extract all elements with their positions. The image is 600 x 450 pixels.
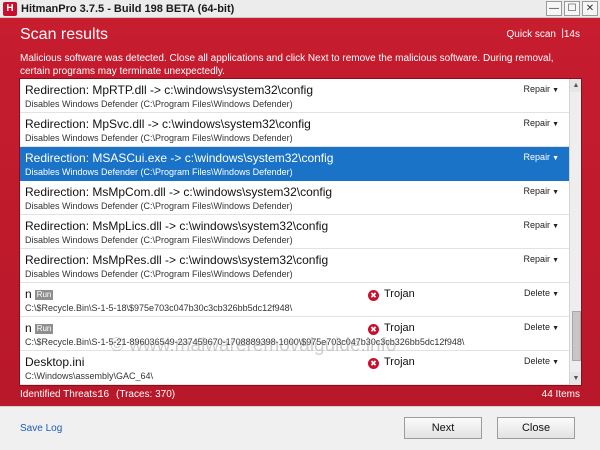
save-log-link[interactable]: Save Log: [20, 423, 62, 434]
repair-action-dropdown[interactable]: Repair ▼: [524, 186, 559, 198]
action-label: Repair: [523, 220, 551, 230]
threat-label: Trojan: [384, 288, 415, 300]
action-label: Repair: [523, 186, 551, 196]
repair-action-dropdown[interactable]: Repair ▼: [524, 254, 559, 266]
repair-action-dropdown[interactable]: Repair ▼: [524, 152, 559, 164]
footer-bar: Save Log Next Close: [0, 406, 600, 450]
result-row[interactable]: Redirection: MpRTP.dll -> c:\windows\sys…: [20, 79, 569, 113]
close-button[interactable]: Close: [497, 417, 575, 439]
result-row[interactable]: n Run ✖ Trojan C:\$Recycle.Bin\S-1-5-18\$9…: [20, 283, 569, 317]
hitmanpro-app-icon: H: [3, 2, 17, 16]
result-title-line: n Run: [25, 287, 54, 301]
delete-action-dropdown[interactable]: Delete ▼: [524, 356, 559, 368]
action-label: Repair: [523, 84, 551, 94]
result-row[interactable]: Redirection: MsMpLics.dll -> c:\windows\…: [20, 215, 569, 249]
threat-label: Trojan: [384, 356, 415, 368]
next-button[interactable]: Next: [404, 417, 482, 439]
page-title: Scan results: [20, 26, 109, 43]
result-title: Redirection: MsMpLics.dll -> c:\windows\…: [25, 219, 329, 233]
result-path: Disables Windows Defender (C:\Program Fi…: [25, 99, 293, 109]
detection-message: Malicious software was detected. Close a…: [20, 53, 554, 77]
result-title: Redirection: MpSvc.dll -> c:\windows\sys…: [25, 117, 311, 131]
result-title: Redirection: MsMpCom.dll -> c:\windows\s…: [25, 185, 333, 199]
scan-results-list[interactable]: Redirection: MpRTP.dll -> c:\windows\sys…: [19, 78, 582, 386]
result-path: C:\$Recycle.Bin\S-1-5-18\$975e703c047b30…: [25, 303, 293, 313]
threat-icon: ✖: [368, 290, 379, 301]
action-label: Delete: [524, 322, 551, 332]
action-label: Repair: [523, 118, 551, 128]
scroll-up-arrow-icon[interactable]: ▲: [570, 79, 581, 92]
vertical-scrollbar[interactable]: ▲ ▼: [569, 79, 581, 385]
scrollbar-thumb[interactable]: [572, 311, 581, 361]
title-bar: H HitmanPro 3.7.5 - Build 198 BETA (64-b…: [0, 0, 600, 18]
dropdown-caret-icon: ▼: [552, 257, 559, 264]
result-title-line: n Run: [25, 321, 54, 335]
action-label: Delete: [524, 288, 551, 298]
delete-action-dropdown[interactable]: Delete ▼: [524, 322, 559, 334]
action-label: Repair: [523, 152, 551, 162]
threat-icon: ✖: [368, 358, 379, 369]
maximize-button[interactable]: ☐: [564, 1, 580, 16]
result-path: Disables Windows Defender (C:\Program Fi…: [25, 201, 293, 211]
traces-count: (Traces: 370): [116, 389, 176, 400]
minimize-button[interactable]: —: [546, 1, 562, 16]
window-title: HitmanPro 3.7.5 - Build 198 BETA (64-bit…: [21, 3, 235, 15]
result-path: C:\$Recycle.Bin\S-1-5-21-896036549-23745…: [25, 337, 465, 347]
items-count: 44 Items: [541, 389, 580, 400]
result-row[interactable]: Redirection: MpSvc.dll -> c:\windows\sys…: [20, 113, 569, 147]
result-path: Disables Windows Defender (C:\Program Fi…: [25, 235, 293, 245]
scan-type-label: Quick scan: [506, 29, 556, 40]
run-badge: Run: [34, 324, 54, 334]
result-title: Redirection: MpRTP.dll -> c:\windows\sys…: [25, 83, 314, 97]
result-title: Redirection: MsMpRes.dll -> c:\windows\s…: [25, 253, 329, 267]
dropdown-caret-icon: ▼: [552, 291, 559, 298]
delete-action-dropdown[interactable]: Delete ▼: [524, 288, 559, 300]
scan-duration: 14s: [563, 29, 580, 40]
result-path: C:\Windows\assembly\GAC_64\: [25, 371, 154, 381]
threat-type: ✖ Trojan: [368, 355, 415, 369]
repair-action-dropdown[interactable]: Repair ▼: [524, 118, 559, 130]
run-badge: Run: [34, 290, 54, 300]
action-label: Repair: [523, 254, 551, 264]
result-row-selected[interactable]: Redirection: MSASCui.exe -> c:\windows\s…: [20, 147, 569, 181]
scan-results-panel: H Scan results Quick scan | 14s Maliciou…: [0, 18, 600, 406]
dropdown-caret-icon: ▼: [552, 359, 559, 366]
dropdown-caret-icon: ▼: [552, 87, 559, 94]
result-title: n: [25, 287, 32, 301]
threat-label: Trojan: [384, 322, 415, 334]
dropdown-caret-icon: ▼: [552, 155, 559, 162]
repair-action-dropdown[interactable]: Repair ▼: [524, 220, 559, 232]
result-path: Disables Windows Defender (C:\Program Fi…: [25, 167, 293, 177]
dropdown-caret-icon: ▼: [552, 189, 559, 196]
dropdown-caret-icon: ▼: [552, 325, 559, 332]
result-path: Disables Windows Defender (C:\Program Fi…: [25, 269, 293, 279]
scroll-down-arrow-icon[interactable]: ▼: [570, 372, 581, 385]
result-title: Desktop.ini: [25, 355, 85, 369]
result-row[interactable]: Desktop.ini ✖ Trojan C:\Windows\assembly\…: [20, 351, 569, 385]
threat-type: ✖ Trojan: [368, 287, 415, 301]
result-title: n: [25, 321, 32, 335]
result-path: Disables Windows Defender (C:\Program Fi…: [25, 133, 293, 143]
dropdown-caret-icon: ▼: [552, 121, 559, 128]
repair-action-dropdown[interactable]: Repair ▼: [524, 84, 559, 96]
window-close-button[interactable]: ✕: [582, 1, 598, 16]
threat-type: ✖ Trojan: [368, 321, 415, 335]
result-row[interactable]: Redirection: MsMpCom.dll -> c:\windows\s…: [20, 181, 569, 215]
result-title: Redirection: MSASCui.exe -> c:\windows\s…: [25, 151, 334, 165]
action-label: Delete: [524, 356, 551, 366]
identified-threats-label: Identified Threats:: [20, 389, 100, 400]
result-row[interactable]: Redirection: MsMpRes.dll -> c:\windows\s…: [20, 249, 569, 283]
threat-icon: ✖: [368, 324, 379, 335]
identified-threats-count: 16: [98, 389, 110, 400]
dropdown-caret-icon: ▼: [552, 223, 559, 230]
result-row[interactable]: n Run ✖ Trojan C:\$Recycle.Bin\S-1-5-21-89…: [20, 317, 569, 351]
